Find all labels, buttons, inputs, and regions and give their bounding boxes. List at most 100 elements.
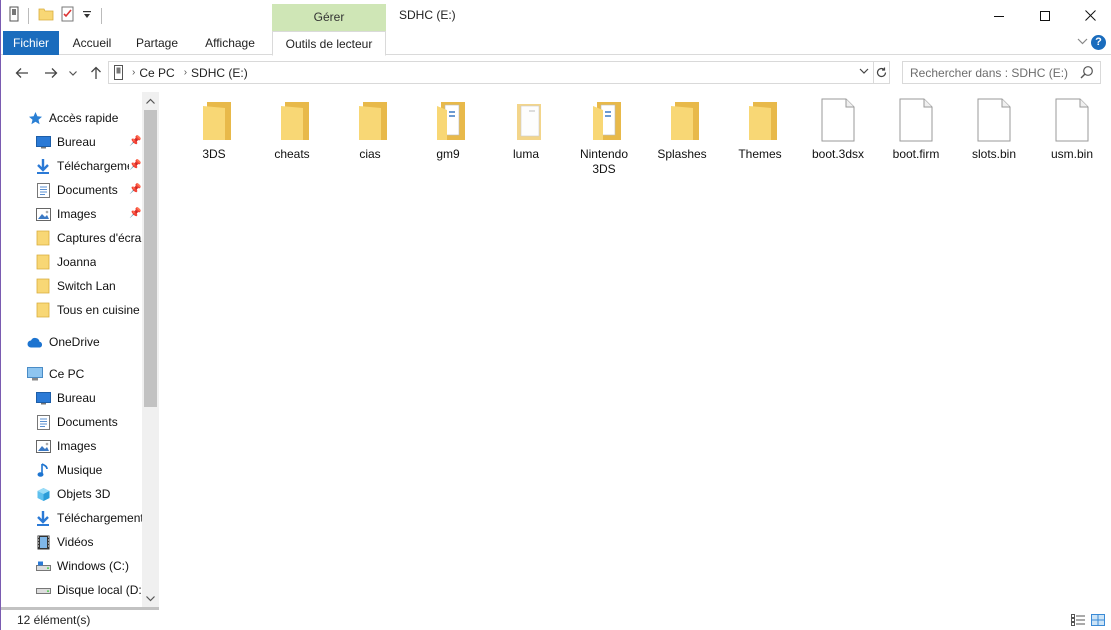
close-icon: [1084, 10, 1096, 21]
file-name: 3DS: [202, 147, 226, 161]
breadcrumb-this-pc[interactable]: Ce PC: [139, 66, 174, 80]
nav-label: Objets 3D: [57, 487, 111, 501]
toolbar-separator: [28, 7, 29, 24]
nav-quick-desktop[interactable]: Bureau: [35, 131, 125, 153]
folder-icon: [331, 96, 409, 144]
nav-pc-documents[interactable]: Documents: [35, 411, 118, 433]
pin-icon: 📌: [129, 136, 142, 147]
desktop-icon: [35, 134, 51, 150]
help-icon[interactable]: ?: [1091, 35, 1106, 50]
drive-icon[interactable]: [9, 6, 19, 25]
nav-quick-documents[interactable]: Documents: [35, 179, 125, 201]
folder-icon: [175, 96, 253, 144]
nav-quick-images[interactable]: Images: [35, 203, 125, 225]
address-bar[interactable]: › Ce PC › SDHC (E:): [108, 61, 874, 84]
back-button[interactable]: [11, 62, 33, 84]
nav-label: Vidéos: [57, 535, 94, 549]
properties-icon[interactable]: [60, 6, 76, 25]
nav-label: Joanna: [57, 255, 97, 269]
nav-onedrive[interactable]: OneDrive: [27, 331, 100, 353]
file-item[interactable]: gm9: [409, 96, 487, 162]
nav-pc-music[interactable]: Musique: [35, 459, 102, 481]
arrow-right-icon: [45, 68, 58, 78]
status-bar: 12 élément(s): [1, 610, 1111, 630]
refresh-icon: [876, 67, 886, 78]
maximize-icon: [1040, 10, 1050, 21]
file-item[interactable]: Splashes: [643, 96, 721, 162]
expand-ribbon-icon[interactable]: [1077, 36, 1088, 48]
cloud-icon: [27, 334, 43, 350]
nav-pc-desktop[interactable]: Bureau: [35, 387, 96, 409]
forward-button[interactable]: [40, 62, 62, 84]
recent-locations-button[interactable]: [65, 62, 81, 84]
maximize-button[interactable]: [1022, 0, 1068, 31]
nav-label: Switch Lan: [57, 279, 116, 293]
details-view-icon[interactable]: [1071, 614, 1085, 626]
breadcrumb-separator-icon[interactable]: ›: [132, 67, 135, 78]
file-item[interactable]: boot.firm: [877, 96, 955, 162]
close-button[interactable]: [1067, 0, 1111, 31]
file-item[interactable]: Nintendo 3DS: [565, 96, 643, 177]
nav-quick-screenshots[interactable]: Captures d'écran: [35, 227, 144, 249]
nav-this-pc[interactable]: Ce PC: [27, 363, 84, 385]
file-item[interactable]: usm.bin: [1033, 96, 1111, 162]
address-dropdown-icon[interactable]: [859, 66, 869, 77]
file-item[interactable]: slots.bin: [955, 96, 1033, 162]
search-input[interactable]: [910, 62, 1080, 83]
large-icons-view-icon[interactable]: [1091, 614, 1105, 626]
folder-icon: [721, 96, 799, 144]
nav-quick-downloads[interactable]: Téléchargements: [35, 155, 129, 177]
minimize-button[interactable]: [976, 0, 1022, 31]
sidebar-scrollbar[interactable]: [142, 92, 159, 607]
file-item[interactable]: cheats: [253, 96, 331, 162]
nav-label: Ce PC: [49, 367, 85, 381]
tab-file[interactable]: Fichier: [3, 31, 59, 55]
nav-pc-local-disk-d[interactable]: Disque local (D:): [35, 579, 146, 601]
scroll-down-icon[interactable]: [142, 590, 159, 607]
nav-quick-tous-en-cuisine[interactable]: Tous en cuisine: [35, 299, 144, 321]
breadcrumb-separator-icon[interactable]: ›: [184, 67, 187, 78]
arrow-up-icon: [91, 66, 101, 79]
tab-home[interactable]: Accueil: [65, 31, 119, 55]
nav-quick-joanna[interactable]: Joanna: [35, 251, 96, 273]
nav-label: Tous en cuisine: [57, 303, 140, 317]
scrollbar-thumb[interactable]: [144, 110, 157, 407]
images-icon: [35, 206, 51, 222]
nav-label: Téléchargements: [57, 159, 129, 173]
file-item[interactable]: luma: [487, 96, 565, 162]
nav-label: Bureau: [57, 391, 96, 405]
file-item[interactable]: boot.3dsx: [799, 96, 877, 162]
ribbon-tabs: Fichier Accueil Partage Affichage Outils…: [1, 31, 1111, 56]
tab-view[interactable]: Affichage: [197, 31, 263, 55]
nav-pc-3d-objects[interactable]: Objets 3D: [35, 483, 110, 505]
nav-quick-access[interactable]: Accès rapide: [27, 107, 118, 129]
nav-quick-switch-lan[interactable]: Switch Lan: [35, 275, 116, 297]
file-item[interactable]: Themes: [721, 96, 799, 162]
nav-pc-windows-c[interactable]: Windows (C:): [35, 555, 129, 577]
pin-icon: 📌: [129, 160, 142, 171]
file-item[interactable]: 3DS: [175, 96, 253, 162]
tab-share[interactable]: Partage: [129, 31, 185, 55]
quick-access-toolbar: [9, 6, 105, 25]
nav-label: Captures d'écran: [57, 231, 144, 245]
tab-drive-tools[interactable]: Outils de lecteur: [272, 31, 386, 56]
tab-manage-context[interactable]: Gérer: [272, 4, 386, 31]
chevron-down-icon: [69, 70, 77, 76]
customize-toolbar-icon[interactable]: [82, 9, 92, 23]
nav-pc-downloads[interactable]: Téléchargements: [35, 507, 145, 529]
nav-pc-images[interactable]: Images: [35, 435, 96, 457]
new-folder-icon[interactable]: [38, 6, 54, 25]
search-icon[interactable]: [1080, 65, 1094, 82]
scroll-up-icon[interactable]: [142, 92, 159, 109]
breadcrumb-sdhc[interactable]: SDHC (E:): [191, 66, 248, 80]
documents-icon: [35, 182, 51, 198]
file-item[interactable]: cias: [331, 96, 409, 162]
search-box[interactable]: [902, 61, 1101, 84]
file-icon: [877, 96, 955, 144]
nav-label: Images: [57, 439, 97, 453]
up-button[interactable]: [85, 62, 107, 84]
file-icon: [1033, 96, 1111, 144]
title-bar: Gérer SDHC (E:): [1, 0, 1111, 31]
refresh-button[interactable]: [873, 61, 890, 84]
nav-pc-videos[interactable]: Vidéos: [35, 531, 93, 553]
